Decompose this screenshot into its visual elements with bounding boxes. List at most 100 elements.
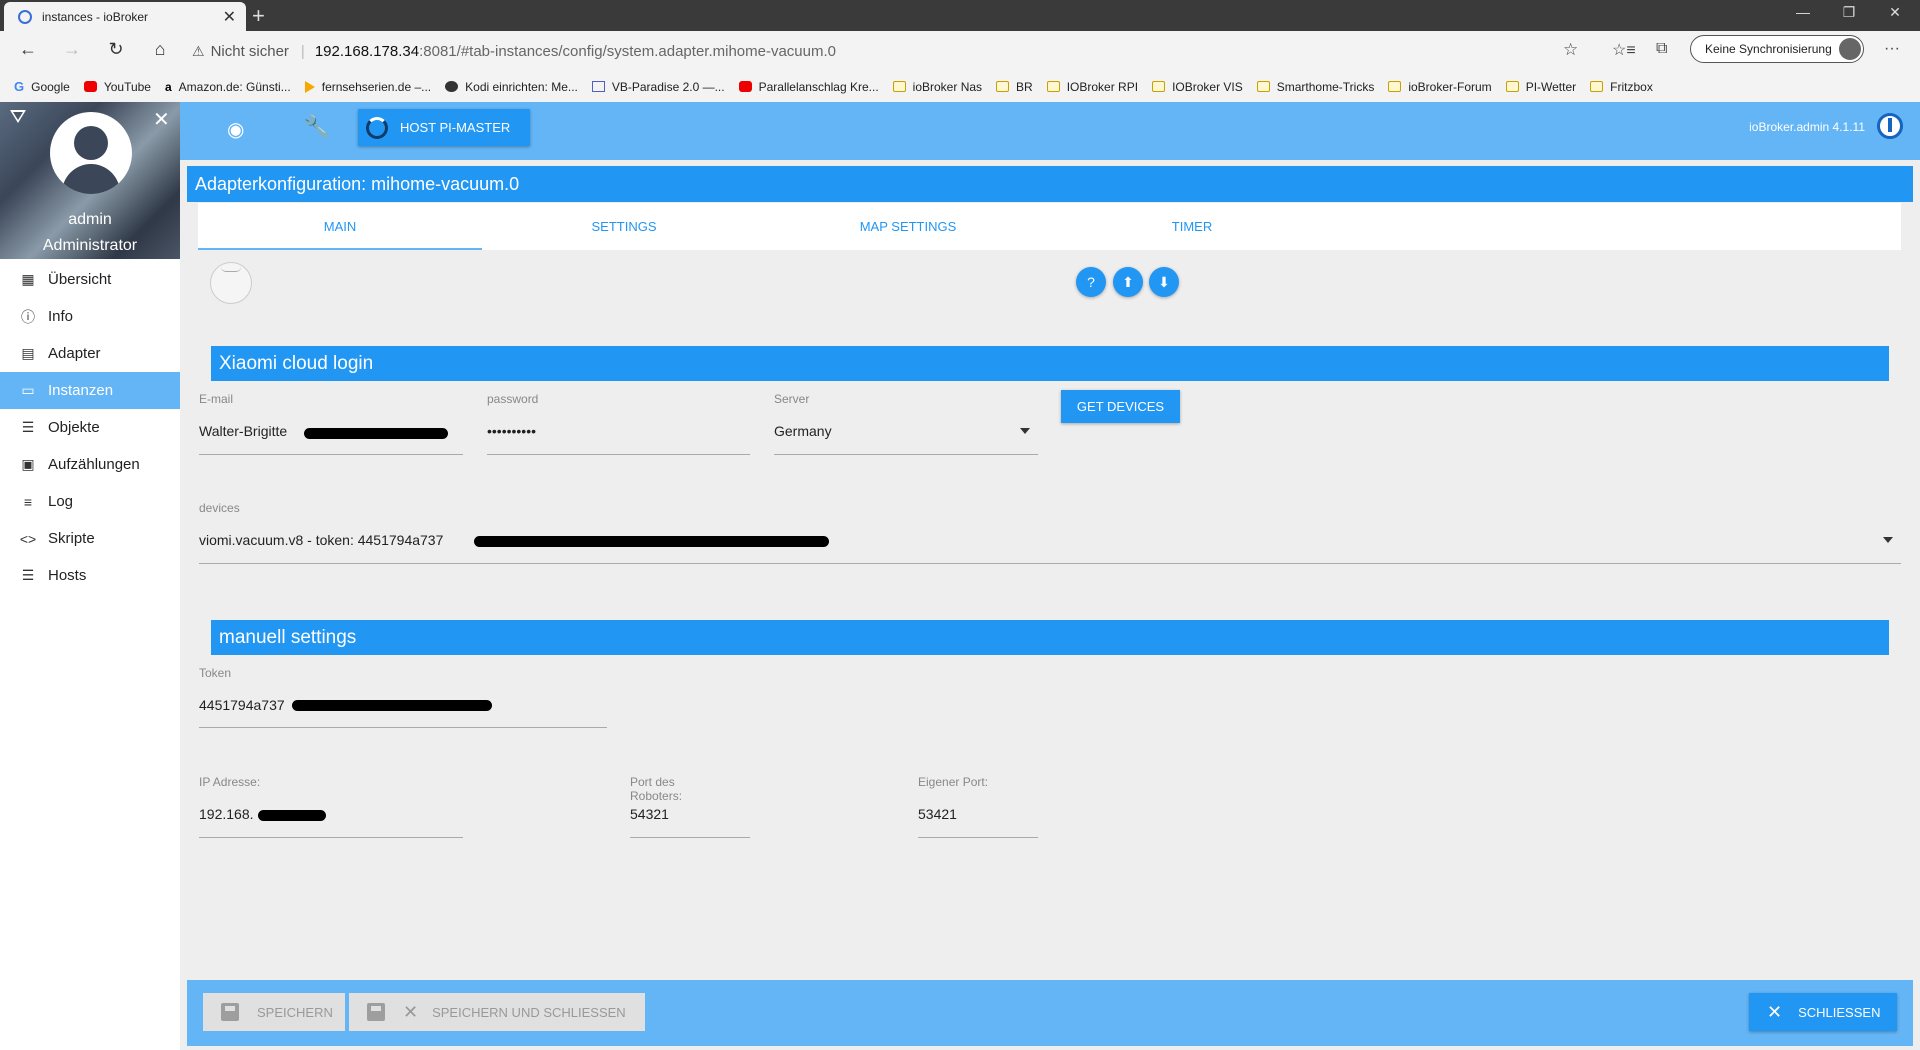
sidebar-item-label: Aufzählungen — [48, 456, 140, 473]
bookmark-item[interactable]: Kodi einrichten: Me... — [445, 80, 578, 94]
folder-icon — [1388, 81, 1402, 92]
user-avatar-icon — [50, 112, 132, 194]
token-label: Token — [199, 666, 232, 680]
bookmark-item[interactable]: PI-Wetter — [1505, 80, 1576, 94]
sidebar-item-code[interactable]: <> Skripte — [0, 520, 180, 557]
favorite-star-icon[interactable]: ☆ — [1563, 40, 1578, 60]
sidebar-item-hosts[interactable]: ☰ Hosts — [0, 557, 180, 594]
password-field[interactable]: •••••••••• — [487, 423, 536, 439]
tab-settings[interactable]: SETTINGS — [482, 203, 766, 250]
own-port-field[interactable]: 53421 — [918, 806, 957, 822]
browser-tab[interactable]: instances - ioBroker ✕ — [4, 2, 246, 31]
sidebar-item-info[interactable]: ⓘ Info — [0, 298, 180, 335]
server-label: Server — [774, 392, 810, 406]
tab-close-icon[interactable]: ✕ — [223, 7, 236, 27]
redaction-mark — [304, 428, 448, 439]
tab-main[interactable]: MAIN — [198, 203, 482, 250]
tab-map-settings[interactable]: MAP SETTINGS — [766, 203, 1050, 250]
collections-icon[interactable]: ⧉ — [1656, 40, 1667, 58]
server-underline — [774, 454, 1038, 455]
folder-icon — [1590, 81, 1604, 92]
bookmark-item[interactable]: VB-Paradise 2.0 —... — [591, 80, 725, 94]
token-field[interactable]: 4451794a737 — [199, 697, 285, 713]
iobroker-favicon-icon — [18, 9, 32, 24]
upload-icon[interactable]: ⬆ — [1113, 267, 1143, 297]
bookmark-item[interactable]: ioBroker Nas — [892, 80, 982, 94]
save-button[interactable]: SPEICHERN — [203, 993, 345, 1031]
help-icon[interactable]: ? — [1076, 267, 1106, 297]
restore-icon[interactable]: ❐ — [1826, 4, 1872, 21]
bookmark-item[interactable]: Parallelanschlag Kre... — [738, 79, 879, 94]
get-devices-button[interactable]: GET DEVICES — [1061, 390, 1180, 423]
download-icon[interactable]: ⬇ — [1149, 267, 1179, 297]
reload-icon[interactable]: ↻ — [104, 39, 128, 60]
password-label: password — [487, 392, 539, 406]
save-close-button[interactable]: ✕ SPEICHERN UND SCHLIESSEN — [349, 993, 645, 1031]
config-tabs: MAIN SETTINGS MAP SETTINGS TIMER — [198, 203, 1901, 250]
devices-label: devices — [199, 501, 240, 515]
devices-dropdown-icon[interactable] — [1883, 537, 1893, 543]
address-bar[interactable]: ⚠ Nicht sicher | 192.168.178.34 :8081/#t… — [192, 39, 836, 63]
bookmark-item[interactable]: YouTube — [83, 80, 151, 94]
favorites-icon[interactable]: ☆≡ — [1612, 40, 1636, 60]
code-icon: <> — [19, 530, 37, 547]
email-label: E-mail — [199, 392, 234, 406]
folder-icon — [996, 81, 1010, 92]
bookmark-item[interactable]: fernsehserien.de –... — [304, 79, 432, 94]
sidebar-item-enum[interactable]: ▣ Aufzählungen — [0, 446, 180, 483]
devices-select[interactable]: viomi.vacuum.v8 - token: 4451794a737 — [199, 532, 443, 548]
port-field[interactable]: 54321 — [630, 806, 669, 822]
bookmark-item[interactable]: Smarthome-Tricks — [1256, 80, 1374, 94]
ip-field[interactable]: 192.168. — [199, 806, 254, 822]
folder-icon — [1505, 81, 1519, 92]
back-icon[interactable]: ← — [16, 39, 40, 60]
sidebar-item-list[interactable]: ☰ Objekte — [0, 409, 180, 446]
bookmark-item[interactable]: IOBroker VIS — [1152, 80, 1243, 94]
sidebar-item-label: Objekte — [48, 419, 100, 436]
host-button[interactable]: HOST PI-MASTER — [358, 109, 530, 146]
bookmark-item[interactable]: G Google — [14, 79, 70, 94]
iobroker-logo-icon[interactable] — [1877, 113, 1903, 139]
window-close-icon[interactable]: ✕ — [1872, 4, 1918, 21]
sidebar-item-grid[interactable]: ▦ Übersicht — [0, 261, 180, 298]
bookmark-item[interactable]: a Amazon.de: Günsti... — [165, 80, 291, 94]
folder-icon — [1152, 81, 1166, 92]
forward-icon[interactable]: → — [60, 39, 84, 60]
bookmark-item[interactable]: ioBroker-Forum — [1388, 80, 1492, 94]
home-icon[interactable]: ⌂ — [148, 39, 172, 60]
sync-button[interactable]: Keine Synchronisierung — [1690, 35, 1864, 63]
wrench-icon[interactable]: 🔧 — [303, 114, 330, 140]
sync-label: Keine Synchronisierung — [1705, 42, 1832, 56]
bookmark-favicon-icon — [591, 81, 605, 92]
bookmark-favicon-icon — [83, 81, 97, 92]
bookmark-item[interactable]: IOBroker RPI — [1046, 80, 1138, 94]
menu-toggle-icon[interactable] — [10, 110, 26, 123]
sidebar-close-icon[interactable]: ✕ — [153, 107, 170, 132]
bookmark-item[interactable]: Fritzbox — [1590, 80, 1653, 94]
sidebar-item-label: Info — [48, 308, 74, 325]
tab-timer[interactable]: TIMER — [1050, 203, 1334, 250]
sidebar-item-instances[interactable]: ▭ Instanzen — [0, 372, 180, 409]
sidebar-item-store[interactable]: ▤ Adapter — [0, 335, 180, 372]
host-spinner-icon — [366, 116, 388, 139]
browser-tabstrip — [0, 0, 1920, 31]
minimize-icon[interactable]: — — [1780, 4, 1826, 20]
devices-underline — [199, 563, 1901, 564]
eye-icon[interactable]: ◉ — [227, 117, 244, 142]
bookmark-label: Amazon.de: Günsti... — [178, 79, 291, 94]
bookmark-label: fernsehserien.de –... — [321, 79, 432, 94]
close-button[interactable]: ✕ SCHLIESSEN — [1749, 993, 1897, 1031]
bookmark-label: BR — [1016, 79, 1033, 94]
server-select[interactable]: Germany — [774, 423, 832, 439]
server-dropdown-icon[interactable] — [1020, 428, 1030, 434]
sidebar-item-log[interactable]: ≡ Log — [0, 483, 180, 520]
bookmark-label: Parallelanschlag Kre... — [758, 79, 879, 94]
email-field[interactable]: Walter-Brigitte — [199, 423, 287, 439]
bookmark-favicon-icon: G — [14, 79, 25, 94]
bookmark-item[interactable]: BR — [996, 80, 1033, 94]
new-tab-icon[interactable]: + — [252, 3, 265, 29]
folder-icon — [1046, 81, 1060, 92]
profile-name: admin — [68, 211, 112, 228]
more-icon[interactable]: ··· — [1884, 40, 1900, 58]
section-cloud-login: Xiaomi cloud login — [211, 346, 1889, 381]
